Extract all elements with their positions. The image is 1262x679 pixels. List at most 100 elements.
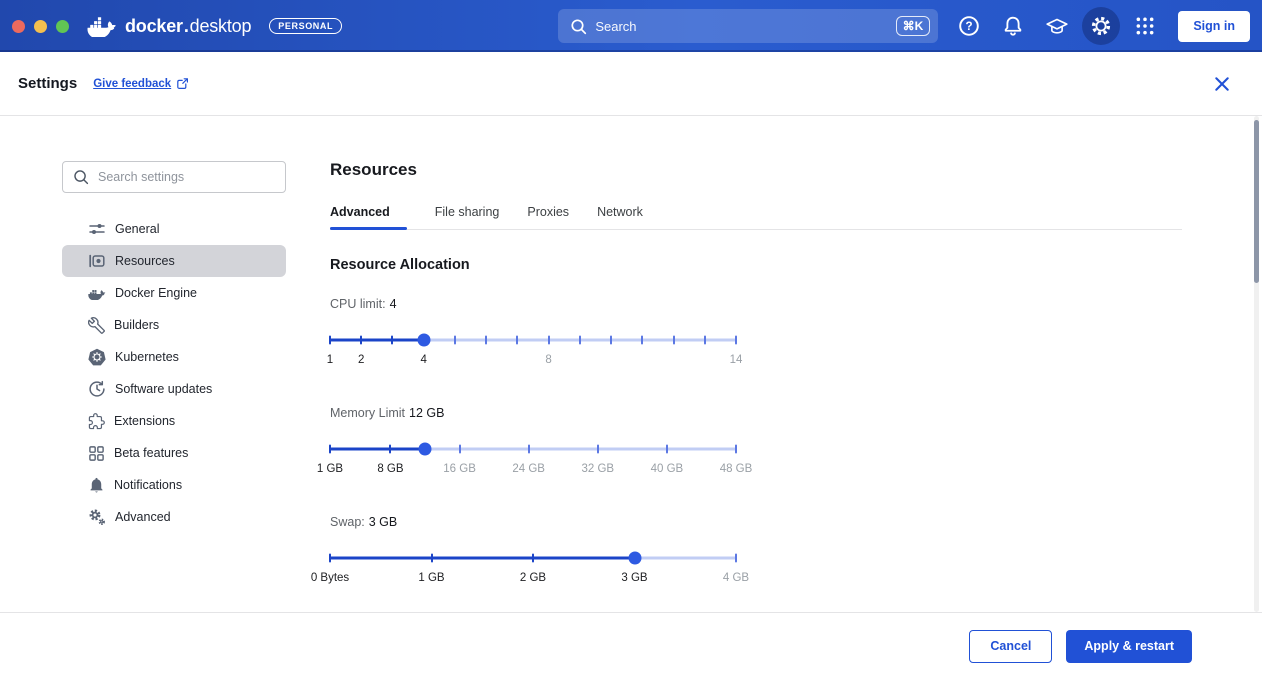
- sidebar-item-label: Kubernetes: [115, 350, 179, 364]
- slider-handle[interactable]: [628, 552, 641, 565]
- give-feedback-link[interactable]: Give feedback: [93, 77, 189, 90]
- minimize-window-button[interactable]: [34, 20, 47, 33]
- sidebar-item-label: Software updates: [115, 382, 212, 396]
- close-window-button[interactable]: [12, 20, 25, 33]
- grid-dots-icon: [1135, 16, 1155, 36]
- cpu-limit-slider[interactable]: [330, 333, 736, 347]
- brand-word2: desktop: [190, 16, 252, 37]
- apply-restart-button[interactable]: Apply & restart: [1066, 630, 1192, 663]
- sidebar-item-label: Beta features: [114, 446, 188, 460]
- gears-icon: [88, 508, 106, 526]
- sidebar-item-label: Extensions: [114, 414, 175, 428]
- give-feedback-label: Give feedback: [93, 78, 171, 90]
- puzzle-icon: [88, 413, 105, 430]
- kubernetes-helm-icon: [88, 348, 106, 366]
- memory-limit-label-row: Memory Limit12 GB: [330, 406, 736, 422]
- settings-search-input[interactable]: [98, 170, 275, 184]
- docker-engine-whale-icon: [88, 286, 106, 300]
- docker-whale-icon: [87, 15, 117, 37]
- cpu-limit-value: 4: [390, 297, 397, 311]
- scrollbar-track[interactable]: [1254, 116, 1259, 612]
- sidebar-item-advanced[interactable]: Advanced: [62, 501, 286, 533]
- swap-group: Swap:3 GB 0 Bytes1 GB2 GB3 GB4 GB: [330, 515, 736, 587]
- settings-header: Settings Give feedback: [0, 52, 1262, 116]
- scrollbar-thumb[interactable]: [1254, 120, 1259, 283]
- notifications-button[interactable]: [994, 7, 1032, 45]
- maximize-window-button[interactable]: [56, 20, 69, 33]
- slider-handle[interactable]: [417, 334, 430, 347]
- settings-sidebar: General Resources: [62, 116, 286, 612]
- sidebar-item-software-updates[interactable]: Software updates: [62, 373, 286, 405]
- settings-nav: General Resources: [62, 213, 286, 533]
- resources-title: Resources: [330, 160, 1182, 180]
- docker-logo: docker . desktop PERSONAL: [87, 15, 342, 37]
- search-icon: [73, 169, 89, 185]
- graduation-cap-icon: [1045, 16, 1069, 36]
- plan-badge: PERSONAL: [269, 18, 342, 34]
- apps-grid-button[interactable]: [1126, 7, 1164, 45]
- sidebar-item-label: Docker Engine: [115, 286, 197, 300]
- swap-tick-labels: 0 Bytes1 GB2 GB3 GB4 GB: [330, 572, 736, 587]
- bell-icon: [1002, 15, 1024, 37]
- window-controls: [12, 20, 69, 33]
- sidebar-item-extensions[interactable]: Extensions: [62, 405, 286, 437]
- sidebar-item-label: Notifications: [114, 478, 182, 492]
- page-title: Settings: [18, 75, 77, 92]
- global-search-input[interactable]: [595, 19, 895, 34]
- sidebar-item-label: Builders: [114, 318, 159, 332]
- close-settings-button[interactable]: [1214, 76, 1230, 92]
- cpu-limit-label: CPU limit:: [330, 297, 386, 311]
- help-button[interactable]: ?: [950, 7, 988, 45]
- memory-limit-slider[interactable]: [330, 442, 736, 456]
- sidebar-item-beta-features[interactable]: Beta features: [62, 437, 286, 469]
- wrench-icon: [88, 317, 105, 334]
- memory-limit-tick-labels: 1 GB8 GB16 GB24 GB32 GB40 GB48 GB: [330, 463, 736, 478]
- swap-label-row: Swap:3 GB: [330, 515, 736, 531]
- sidebar-item-builders[interactable]: Builders: [62, 309, 286, 341]
- resources-meter-icon: [88, 252, 106, 270]
- global-search-bar[interactable]: ⌘K: [558, 9, 938, 43]
- tab-file-sharing[interactable]: File sharing: [435, 205, 500, 229]
- beta-grid-icon: [88, 445, 105, 462]
- docker-desktop-window: docker . desktop PERSONAL ⌘K ?: [0, 0, 1262, 679]
- tab-network[interactable]: Network: [597, 205, 643, 229]
- tab-proxies[interactable]: Proxies: [527, 205, 569, 229]
- sidebar-item-label: General: [115, 222, 159, 236]
- titlebar: docker . desktop PERSONAL ⌘K ?: [0, 0, 1262, 52]
- resources-tabs: Advanced File sharing Proxies Network: [330, 205, 1182, 230]
- resource-allocation-heading: Resource Allocation: [330, 257, 1182, 273]
- bell-icon: [88, 477, 105, 494]
- tab-advanced[interactable]: Advanced: [330, 205, 407, 229]
- cpu-limit-label-row: CPU limit: 4: [330, 297, 736, 313]
- help-icon: ?: [958, 15, 980, 37]
- settings-button[interactable]: [1082, 7, 1120, 45]
- sidebar-item-resources[interactable]: Resources: [62, 245, 286, 277]
- svg-text:?: ?: [966, 20, 973, 33]
- cancel-button[interactable]: Cancel: [969, 630, 1052, 663]
- feedback-external-icon: [176, 77, 189, 90]
- cpu-limit-group: CPU limit: 4 124814: [330, 297, 736, 369]
- sidebar-item-label: Advanced: [115, 510, 171, 524]
- sidebar-item-docker-engine[interactable]: Docker Engine: [62, 277, 286, 309]
- settings-footer: Cancel Apply & restart: [0, 612, 1262, 679]
- settings-content: General Resources: [0, 116, 1262, 612]
- slider-handle[interactable]: [419, 443, 432, 456]
- update-clock-icon: [88, 380, 106, 398]
- cpu-limit-tick-labels: 124814: [330, 354, 736, 369]
- swap-slider[interactable]: [330, 551, 736, 565]
- sidebar-item-kubernetes[interactable]: Kubernetes: [62, 341, 286, 373]
- sidebar-item-notifications[interactable]: Notifications: [62, 469, 286, 501]
- gear-icon: [1090, 15, 1112, 37]
- brand-word1: docker: [125, 16, 183, 37]
- sidebar-item-general[interactable]: General: [62, 213, 286, 245]
- search-shortcut-badge: ⌘K: [896, 16, 931, 36]
- memory-limit-group: Memory Limit12 GB 1 GB8 GB16 GB24 GB32 G…: [330, 406, 736, 478]
- memory-limit-label: Memory Limit: [330, 406, 405, 420]
- app-title: docker . desktop: [125, 16, 251, 37]
- learning-center-button[interactable]: [1038, 7, 1076, 45]
- swap-label: Swap:: [330, 515, 365, 529]
- resources-panel: Resources Advanced File sharing Proxies …: [330, 116, 1182, 612]
- tune-icon: [88, 220, 106, 238]
- sign-in-button[interactable]: Sign in: [1178, 11, 1250, 42]
- settings-search-box[interactable]: [62, 161, 286, 193]
